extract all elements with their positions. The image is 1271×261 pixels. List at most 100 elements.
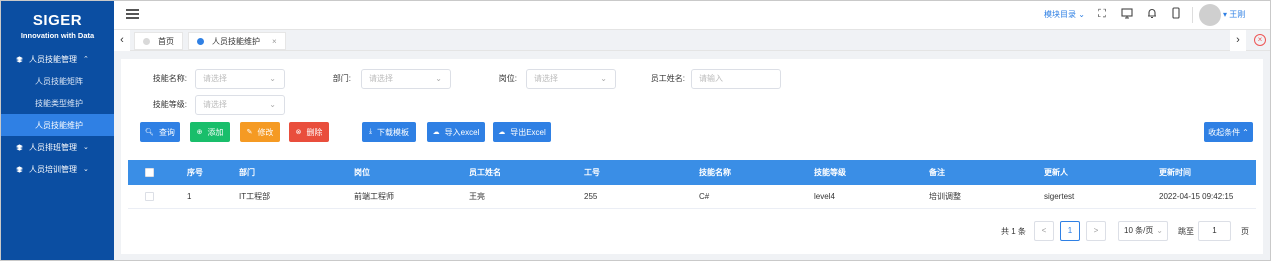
goto-page-input[interactable]: 1 (1198, 221, 1231, 241)
layers-icon (16, 55, 23, 63)
skill-name-select[interactable]: 请选择 ⌄ (195, 69, 285, 89)
column-header: 员工姓名 (469, 168, 501, 177)
tab-home[interactable]: 首页 (134, 32, 183, 50)
goto-label: 跳至 (1178, 227, 1194, 236)
plus-circle-icon: ⊕ (196, 129, 203, 136)
chevron-down-icon: ⌄ (269, 100, 276, 109)
user-menu[interactable]: ▾ 王刚 (1223, 9, 1245, 20)
table-cell: 培训调整 (929, 192, 961, 201)
chevron-down-icon: ⌄ (435, 74, 442, 83)
page-unit-label: 页 (1241, 227, 1249, 236)
query-button[interactable]: 🔍︎ 查询 (140, 122, 180, 142)
layers-icon (16, 143, 23, 151)
table-cell: sigertest (1044, 192, 1075, 201)
module-menu-dropdown[interactable]: 模块目录 ⌄ (1044, 9, 1085, 20)
table-cell: 2022-04-15 09:42:15 (1159, 192, 1234, 201)
collapse-conditions-button[interactable]: 收起条件 ⌃ (1204, 122, 1253, 142)
chevron-down-icon: ⌄ (83, 144, 89, 151)
sidebar-group-skill-management[interactable]: 人员技能管理 ⌃ (1, 48, 114, 70)
chevron-down-icon: ⌄ (1156, 226, 1163, 235)
logo: SIGER Innovation with Data (1, 1, 114, 48)
column-header: 技能等级 (814, 168, 846, 177)
sidebar-group-label: 人员培训管理 (29, 164, 77, 174)
tab-scroll-right-icon[interactable]: › (1230, 30, 1246, 51)
edit-button[interactable]: ✎ 修改 (240, 122, 280, 142)
table-cell: C# (699, 192, 710, 201)
skill-level-label: 技能等级: (152, 100, 187, 109)
department-select[interactable]: 请选择 ⌄ (361, 69, 451, 89)
chevron-down-icon: ⌄ (269, 74, 276, 83)
download-template-button[interactable]: ⤓ 下载模板 (362, 122, 416, 142)
prev-page-button[interactable]: < (1034, 221, 1054, 241)
table-cell: level4 (814, 192, 835, 201)
import-excel-button[interactable]: ☁ 导入excel (427, 122, 485, 142)
bell-icon[interactable] (1145, 7, 1159, 21)
pagination-total: 共 1 条 (1001, 227, 1026, 236)
next-page-button[interactable]: > (1086, 221, 1106, 241)
tab-label: 首页 (158, 36, 174, 46)
chevron-down-icon: ⌄ (83, 166, 89, 173)
skill-name-label: 技能名称: (152, 74, 187, 83)
delete-circle-icon: ⊗ (295, 129, 302, 136)
column-header: 技能名称 (699, 168, 731, 177)
mobile-icon[interactable] (1169, 7, 1183, 21)
cloud-upload-icon: ☁ (432, 129, 440, 136)
skill-level-select[interactable]: 请选择 ⌄ (195, 95, 285, 115)
sidebar-group-label: 人员排班管理 (29, 142, 77, 152)
fullscreen-icon[interactable]: ⛶ (1095, 7, 1109, 21)
tab-label: 人员技能维护 (212, 36, 260, 46)
main-content: 技能名称: 请选择 ⌄ 部门: 请选择 ⌄ 岗位: 请选择 ⌄ 员工姓名: 请输入 技… (114, 51, 1270, 260)
position-select[interactable]: 请选择 ⌄ (526, 69, 616, 89)
sidebar-group-scheduling[interactable]: 人员排班管理 ⌄ (1, 136, 114, 158)
tab-bar: ‹ 首页 人员技能维护 × › × (114, 29, 1270, 51)
sidebar-item-skill-maintenance[interactable]: 人员技能维护 (1, 114, 114, 136)
select-all-checkbox[interactable] (145, 160, 154, 185)
row-checkbox[interactable] (145, 185, 154, 208)
close-icon[interactable]: × (272, 37, 277, 46)
chevron-up-icon: ⌃ (83, 56, 89, 63)
divider (1192, 7, 1193, 23)
download-icon: ⤓ (368, 128, 373, 135)
export-excel-button[interactable]: ☁ 导出Excel (493, 122, 551, 142)
sidebar-group-training[interactable]: 人员培训管理 ⌄ (1, 158, 114, 180)
tab-dot-icon (143, 37, 150, 45)
chevron-down-icon: ⌄ (600, 74, 607, 83)
table-cell: 255 (584, 192, 598, 201)
brand-name: SIGER (32, 12, 83, 29)
column-header: 工号 (584, 168, 600, 177)
delete-button[interactable]: ⊗ 删除 (289, 122, 329, 142)
department-label: 部门: (332, 74, 351, 83)
column-header: 序号 (187, 168, 203, 177)
sidebar-item-skill-matrix[interactable]: 人员技能矩阵 (1, 70, 114, 92)
table-cell: 1 (187, 192, 192, 201)
sidebar-item-skill-type[interactable]: 技能类型维护 (1, 92, 114, 114)
cloud-download-icon: ☁ (498, 129, 506, 136)
layers-icon (16, 165, 23, 173)
edit-icon: ✎ (246, 129, 253, 136)
top-bar: 模块目录 ⌄ ⛶ ▾ 王刚 (114, 1, 1270, 29)
menu-toggle-icon[interactable] (126, 9, 139, 19)
position-label: 岗位: (498, 74, 517, 83)
employee-name-label: 员工姓名: (650, 74, 685, 83)
table-cell: 王亮 (469, 192, 485, 201)
monitor-icon[interactable] (1120, 7, 1134, 21)
search-icon: 🔍︎ (145, 129, 154, 136)
brand-tagline: Innovation with Data (20, 31, 95, 40)
skill-panel: 技能名称: 请选择 ⌄ 部门: 请选择 ⌄ 岗位: 请选择 ⌄ 员工姓名: 请输入 技… (121, 59, 1263, 254)
chevron-up-icon: ⌃ (1242, 127, 1249, 137)
sidebar: SIGER Innovation with Data 人员技能管理 ⌃ 人员技能… (1, 1, 114, 260)
page-size-select[interactable]: 10 条/页 ⌄ (1118, 221, 1168, 241)
table-cell: IT工程部 (239, 192, 271, 201)
employee-name-input[interactable]: 请输入 (691, 69, 781, 89)
close-all-tabs-icon[interactable]: × (1254, 34, 1266, 46)
table-row[interactable]: 1 IT工程部 前端工程师 王亮 255 C# level4 培训调整 sige… (128, 185, 1256, 209)
avatar[interactable] (1199, 4, 1221, 26)
column-header: 备注 (929, 168, 945, 177)
sidebar-group-label: 人员技能管理 (29, 54, 77, 64)
tab-scroll-left-icon[interactable]: ‹ (114, 30, 130, 51)
add-button[interactable]: ⊕ 添加 (190, 122, 230, 142)
tab-dot-icon (197, 37, 204, 45)
column-header: 更新时间 (1159, 168, 1191, 177)
page-number-button[interactable]: 1 (1060, 221, 1080, 241)
tab-skill-maintenance[interactable]: 人员技能维护 × (188, 32, 286, 50)
